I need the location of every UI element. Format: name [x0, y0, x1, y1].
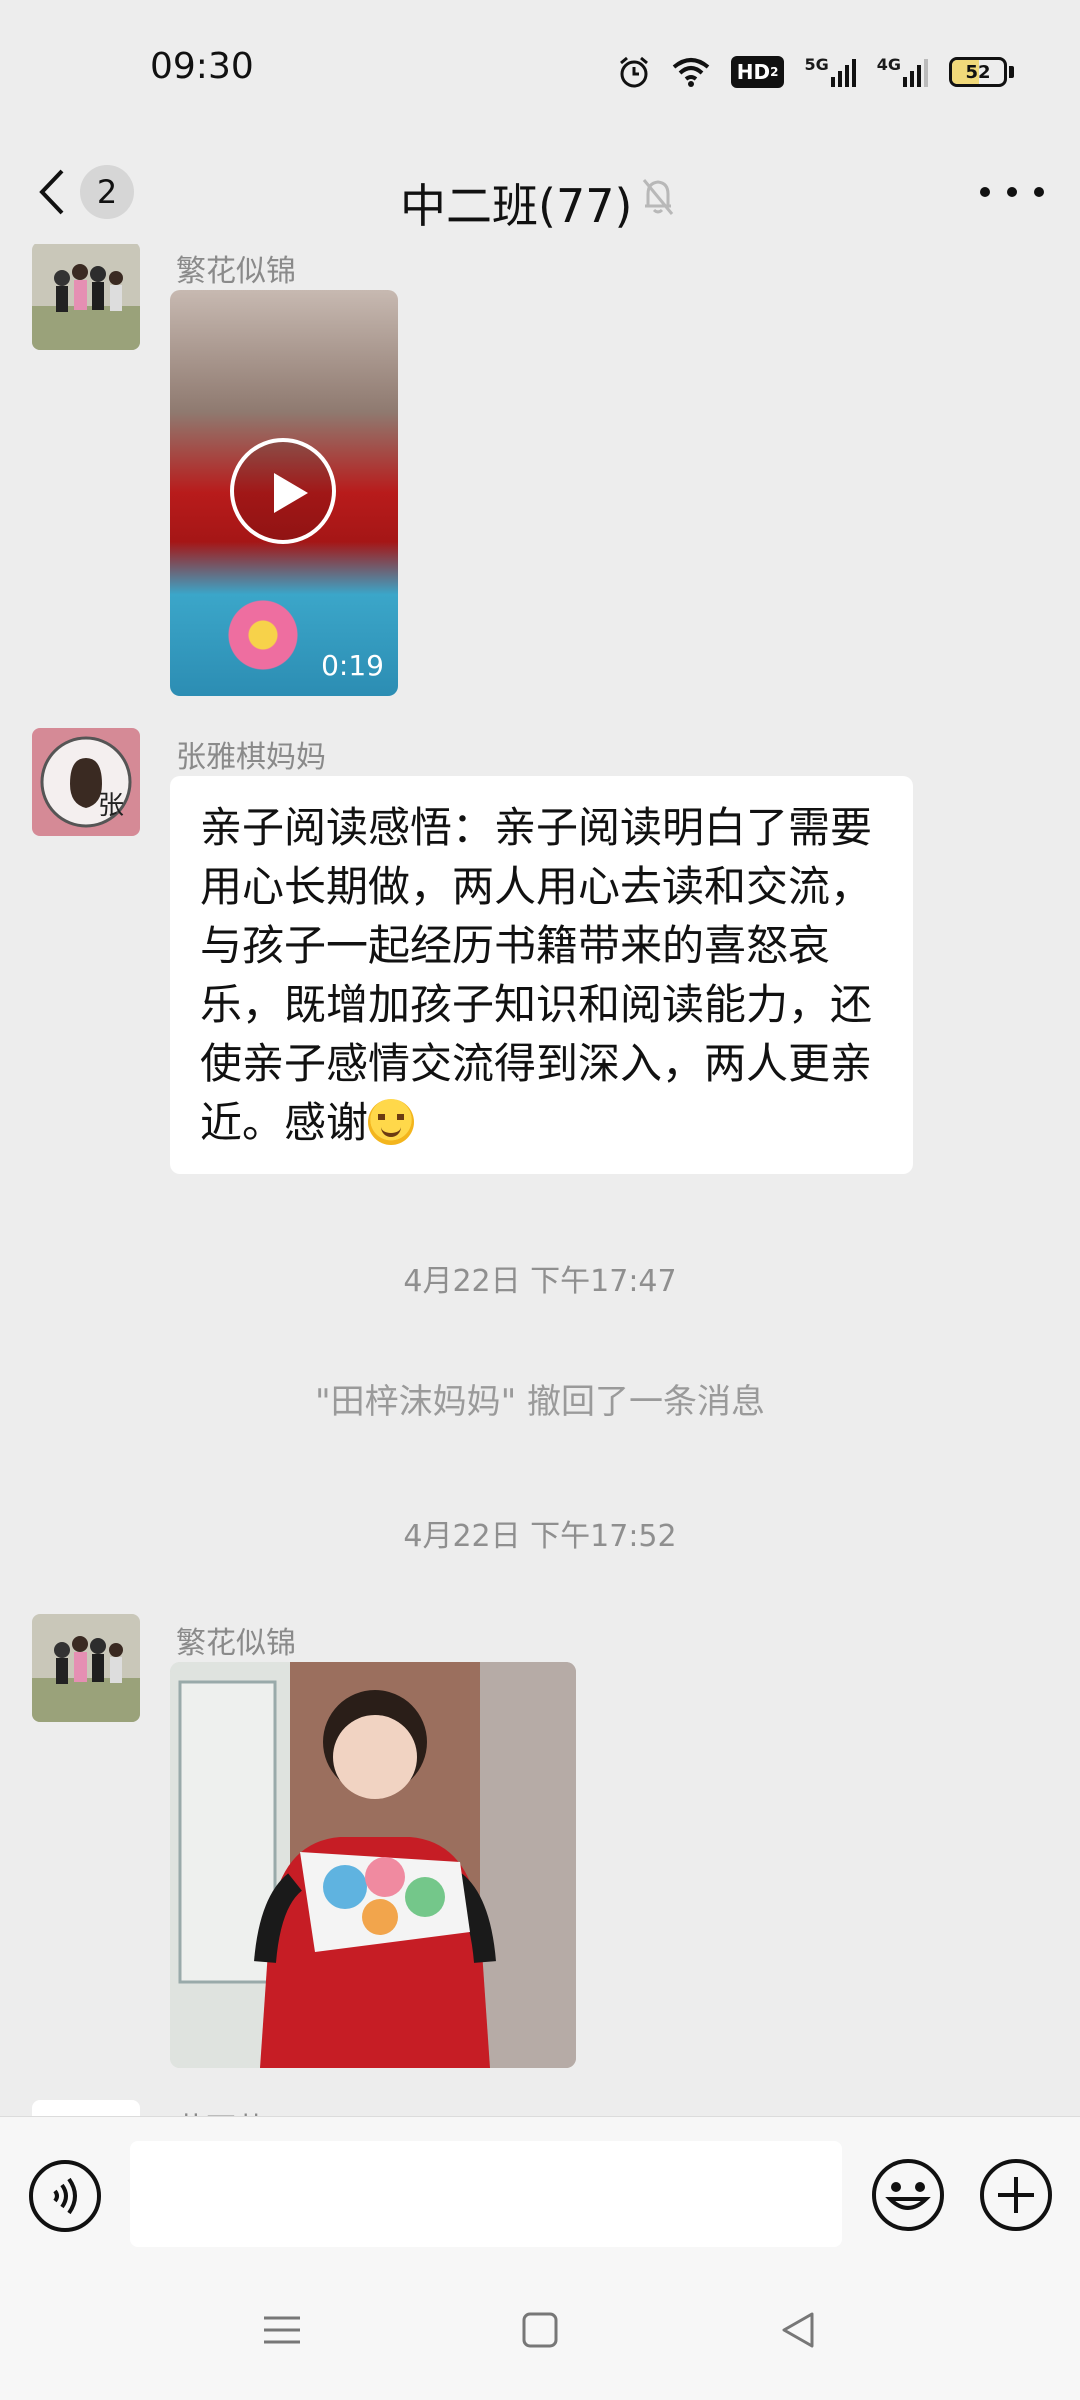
message-input[interactable]	[130, 2141, 842, 2247]
sender-name: 黄西茜	[176, 2104, 266, 2116]
menu-icon[interactable]	[262, 2310, 302, 2354]
unread-count-badge: 2	[80, 165, 134, 219]
voice-icon[interactable]	[28, 2159, 102, 2237]
play-icon[interactable]	[230, 438, 336, 544]
status-icons: HD 2 5G 4G 52	[617, 52, 1014, 92]
message-video: 繁花似锦 0:19	[0, 244, 1080, 704]
avatar[interactable]	[32, 2100, 140, 2116]
video-thumbnail[interactable]: 0:19	[170, 290, 398, 696]
message-list[interactable]: 繁花似锦 0:19 张 张雅棋妈妈 亲子阅读感悟：亲子阅读明白了需要用心长期做，…	[0, 244, 1080, 2116]
message-text: 张 张雅棋妈妈 亲子阅读感悟：亲子阅读明白了需要用心长期做，两人用心去读和交流，…	[0, 728, 1080, 1174]
message-image: 繁花似锦	[0, 1614, 1080, 2074]
avatar[interactable]: 张	[32, 728, 140, 836]
signal-4g-icon: 4G	[877, 52, 929, 92]
status-time: 09:30	[150, 46, 254, 87]
recall-notice: "田梓沫妈妈" 撤回了一条消息	[314, 1382, 766, 1422]
message-text-content: 亲子阅读感悟：亲子阅读明白了需要用心长期做，两人用心去读和交流，与孩子一起经历书…	[200, 803, 873, 1147]
signal-5g-icon: 5G	[804, 52, 856, 92]
back-button[interactable]: 2	[36, 156, 146, 228]
input-bar	[0, 2116, 1080, 2278]
chat-title: 中二班(77)	[400, 179, 633, 233]
smiling-face-emoji-icon	[368, 1099, 415, 1145]
battery-icon: 52	[949, 52, 1014, 92]
message-partial: 黄西茜	[0, 2100, 1080, 2116]
sender-name: 繁花似锦	[176, 1626, 296, 1661]
photo-message[interactable]	[170, 1662, 576, 2068]
avatar[interactable]	[32, 1614, 140, 1722]
home-square-icon[interactable]	[520, 2310, 560, 2354]
more-dots-icon[interactable]	[980, 170, 1044, 214]
sender-name: 繁花似锦	[176, 254, 296, 289]
timestamp: 4月22日 下午17:52	[403, 1519, 677, 1554]
timestamp: 4月22日 下午17:47	[403, 1264, 677, 1299]
video-duration: 0:19	[321, 649, 384, 682]
alarm-icon	[617, 52, 651, 92]
hd-badge: HD 2	[730, 56, 785, 88]
avatar[interactable]	[32, 244, 140, 350]
system-nav-bar	[0, 2278, 1080, 2400]
chevron-left-icon	[39, 169, 64, 215]
triangle-back-icon[interactable]	[778, 2310, 818, 2354]
status-bar: 09:30 HD 2 5G 4G 52	[0, 0, 1080, 140]
plus-icon[interactable]	[978, 2157, 1054, 2237]
message-bubble[interactable]: 亲子阅读感悟：亲子阅读明白了需要用心长期做，两人用心去读和交流，与孩子一起经历书…	[170, 776, 913, 1174]
svg-text:张: 张	[98, 791, 124, 821]
wifi-icon	[671, 52, 711, 92]
bell-off-icon	[640, 176, 676, 220]
sender-name: 张雅棋妈妈	[176, 740, 326, 775]
chat-header: 2 中二班(77)	[0, 140, 1080, 244]
flower-graphic	[228, 600, 298, 670]
emoji-icon[interactable]	[870, 2157, 946, 2237]
